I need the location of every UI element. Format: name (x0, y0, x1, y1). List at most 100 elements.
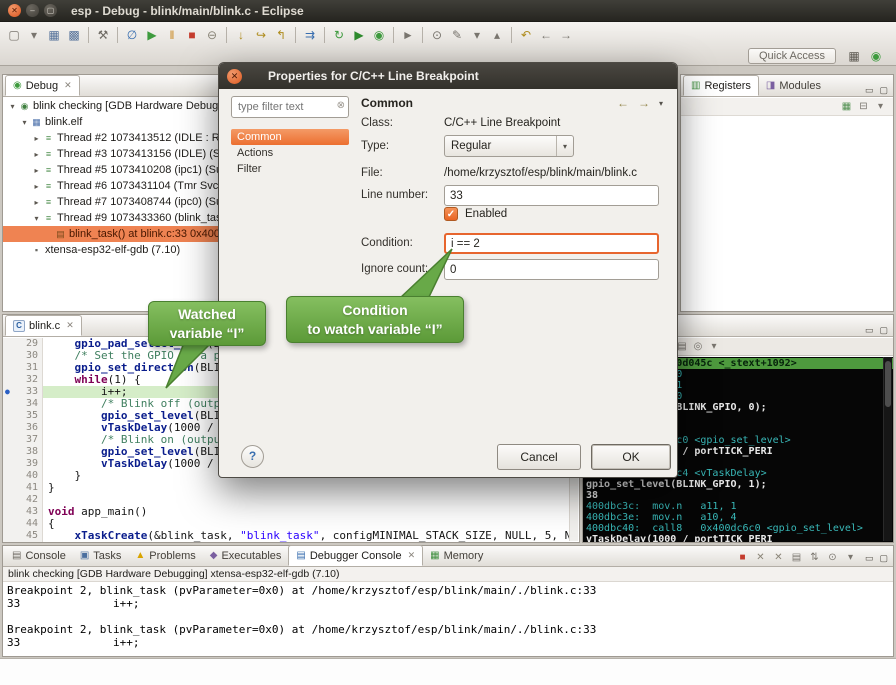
step-over-icon[interactable]: ↪ (251, 25, 271, 45)
new-icon[interactable]: ▢ (4, 25, 24, 45)
step-into-icon[interactable]: ↓ (231, 25, 251, 45)
clear-filter-icon[interactable]: ⊗ (337, 100, 345, 111)
save-all-icon[interactable]: ▩ (64, 25, 84, 45)
tab-tasks[interactable]: ▣Tasks (73, 545, 129, 566)
breakpoint-icon[interactable]: ● (5, 387, 10, 397)
tab-console[interactable]: ▤Console (5, 545, 73, 566)
collapsed-arrow-icon[interactable]: ▸ (31, 150, 42, 159)
tab-memory[interactable]: ▦Memory (423, 545, 490, 566)
instruction-stepping-icon[interactable]: ⇉ (300, 25, 320, 45)
type-dropdown[interactable]: Regular ▾ (444, 135, 574, 157)
tab-modules[interactable]: ◨Modules (759, 75, 828, 96)
scroll-lock-icon[interactable]: ⇅ (806, 549, 823, 565)
tab-registers[interactable]: ▥Registers (683, 75, 759, 96)
disassembly-line[interactable]: 38 (583, 490, 893, 501)
tab-debug[interactable]: ◉ Debug ✕ (5, 75, 80, 96)
tab-debugger-console[interactable]: ▤Debugger Console✕ (288, 545, 423, 566)
expanded-arrow-icon[interactable]: ▾ (19, 118, 30, 127)
back-icon[interactable]: ← (536, 25, 556, 45)
tab-blink-c[interactable]: C blink.c ✕ (5, 315, 82, 336)
minimize-icon[interactable]: ▭ (865, 85, 874, 96)
minimize-icon[interactable]: ▭ (865, 325, 874, 336)
dialog-section-filter[interactable]: Filter (231, 161, 349, 177)
disassembly-line[interactable]: 400dbc40: call8 0x400dc6c0 <gpio_set_lev… (583, 523, 893, 534)
new-dropdown-icon[interactable]: ▾ (24, 25, 44, 45)
next-annotation-icon[interactable]: ▾ (467, 25, 487, 45)
run-icon[interactable]: ▶ (349, 25, 369, 45)
code-line[interactable]: 44{ (3, 518, 579, 530)
disconnect-icon[interactable]: ⊖ (202, 25, 222, 45)
suspend-icon[interactable]: ‖ (162, 25, 182, 45)
external-tools-icon[interactable]: ► (398, 25, 418, 45)
filter-input[interactable] (231, 96, 349, 118)
collapsed-arrow-icon[interactable]: ▸ (31, 166, 42, 175)
code-line[interactable]: 45 xTaskCreate(&blink_task, "blink_task"… (3, 530, 579, 542)
code-line[interactable]: 41} (3, 482, 579, 494)
open-perspective-icon[interactable]: ▦ (844, 46, 864, 66)
forward-icon[interactable]: → (556, 25, 576, 45)
restart-icon[interactable]: ↻ (329, 25, 349, 45)
cancel-button[interactable]: Cancel (497, 444, 581, 470)
disassembly-scrollbar[interactable] (883, 357, 892, 541)
code-line[interactable]: 43void app_main() (3, 506, 579, 518)
window-minimize-button[interactable]: – (26, 4, 39, 17)
previous-annotation-icon[interactable]: ▴ (487, 25, 507, 45)
close-icon[interactable]: ✕ (408, 550, 416, 561)
console-output[interactable]: Breakpoint 2, blink_task (pvParameter=0x… (3, 582, 893, 656)
show-columns-icon[interactable]: ▦ (838, 99, 855, 115)
resume-icon[interactable]: ▶ (142, 25, 162, 45)
debug-icon[interactable]: ◉ (369, 25, 389, 45)
ok-button[interactable]: OK (591, 444, 671, 470)
forward-icon[interactable]: → (638, 96, 650, 110)
disassembly-line[interactable]: 400dbc3c: mov.n a11, 1 (583, 501, 893, 512)
dialog-section-common[interactable]: Common (231, 129, 349, 145)
dialog-section-actions[interactable]: Actions (231, 145, 349, 161)
expanded-arrow-icon[interactable]: ▾ (31, 214, 42, 223)
back-icon[interactable]: ← (617, 96, 629, 110)
window-maximize-button[interactable]: ▢ (44, 4, 57, 17)
collapsed-arrow-icon[interactable]: ▸ (31, 198, 42, 207)
collapse-all-icon[interactable]: ⊟ (855, 99, 872, 115)
tab-problems[interactable]: ▲Problems (128, 545, 202, 566)
ignore-count-input[interactable] (444, 259, 659, 280)
condition-input[interactable] (444, 233, 659, 254)
clear-console-icon[interactable]: ▤ (788, 549, 805, 565)
expanded-arrow-icon[interactable]: ▾ (7, 102, 18, 111)
maximize-icon[interactable]: ▢ (879, 325, 888, 336)
track-expression-icon[interactable]: ◎ (690, 339, 706, 354)
close-icon[interactable]: ✕ (64, 80, 72, 91)
remove-all-launches-icon[interactable]: ✕ (770, 549, 787, 565)
display-selected-console-icon[interactable]: ▾ (842, 549, 859, 565)
step-return-icon[interactable]: ↰ (271, 25, 291, 45)
view-menu-icon[interactable]: ▾ (706, 339, 722, 354)
quick-access-button[interactable]: Quick Access (748, 48, 836, 64)
pin-console-icon[interactable]: ⊙ (824, 549, 841, 565)
code-line[interactable]: 42 (3, 494, 579, 506)
disassembly-line[interactable]: 400dbc3e: mov.n a10, 4 (583, 512, 893, 523)
debug-perspective-icon[interactable]: ◉ (866, 46, 886, 66)
build-icon[interactable]: ⚒ (93, 25, 113, 45)
close-icon[interactable]: ✕ (66, 320, 74, 331)
scrollbar-thumb[interactable] (885, 361, 891, 407)
maximize-icon[interactable]: ▢ (879, 553, 888, 563)
terminate-icon[interactable]: ■ (734, 549, 751, 565)
disassembly-line[interactable]: vTaskDelay(1000 / portTICK_PERI (583, 534, 893, 542)
view-menu-icon[interactable]: ▾ (872, 99, 889, 115)
maximize-icon[interactable]: ▢ (879, 85, 888, 96)
terminate-icon[interactable]: ■ (182, 25, 202, 45)
dialog-close-button[interactable]: ✕ (227, 69, 242, 84)
search-icon[interactable]: ⊙ (427, 25, 447, 45)
help-button[interactable]: ? (241, 445, 264, 468)
collapsed-arrow-icon[interactable]: ▸ (31, 182, 42, 191)
line-number-input[interactable] (444, 185, 659, 206)
enabled-checkbox[interactable]: ✓ (444, 207, 458, 221)
minimize-icon[interactable]: ▭ (865, 553, 874, 563)
save-icon[interactable]: ▦ (44, 25, 64, 45)
remove-launch-icon[interactable]: ✕ (752, 549, 769, 565)
mark-occurrences-icon[interactable]: ✎ (447, 25, 467, 45)
last-edit-location-icon[interactable]: ↶ (516, 25, 536, 45)
chevron-down-icon[interactable]: ▾ (659, 99, 663, 108)
disassembly-line[interactable]: gpio_set_level(BLINK_GPIO, 1); (583, 479, 893, 490)
window-close-button[interactable]: ✕ (8, 4, 21, 17)
tab-executables[interactable]: ◆Executables (203, 545, 289, 566)
